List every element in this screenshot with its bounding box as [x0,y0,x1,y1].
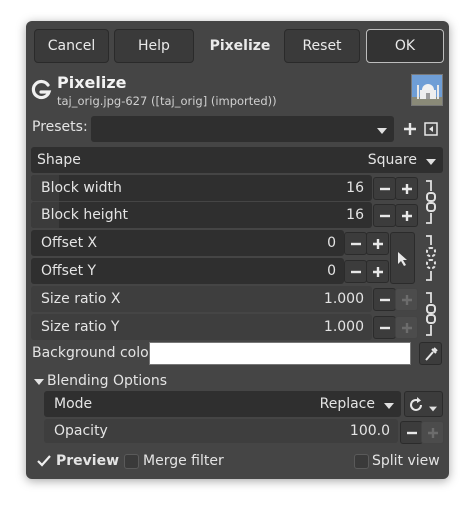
preview-label: Preview [56,453,120,469]
preset-menu-icon[interactable] [424,122,438,136]
split-view-checkbox[interactable] [354,454,369,469]
offset-chain-icon[interactable] [423,234,439,282]
mode-combo[interactable]: Mode Replace [44,391,401,417]
offset-x-spinscale[interactable]: Offset X 0 [31,230,344,256]
preview-checkbox[interactable] [37,454,51,468]
size-ratio-x-spinscale[interactable]: Size ratio X 1.000 [31,286,372,312]
shape-value: Square [367,152,417,168]
block-width-spinscale[interactable]: Block width 16 [31,175,372,201]
block-width-decrease-button[interactable] [373,177,396,200]
offset-x-decrease-button[interactable] [344,232,367,255]
offset-x-value: 0 [327,235,336,251]
mode-label: Mode [54,396,93,412]
pixelize-dialog: Cancel Help Pixelize Reset OK Pixelize t… [26,21,449,479]
help-button[interactable]: Help [114,29,194,63]
dialog-title: Pixelize [57,73,127,92]
offset-y-value: 0 [327,263,336,279]
cancel-button[interactable]: Cancel [34,29,109,63]
offset-y-label: Offset Y [41,263,97,279]
offset-y-decrease-button[interactable] [344,260,367,283]
size-ratio-y-decrease-button[interactable] [373,316,396,339]
expander-arrow-icon[interactable] [33,376,45,388]
split-view-label: Split view [372,453,440,469]
offset-x-increase-button[interactable] [366,232,389,255]
block-size-chain-icon[interactable] [423,179,439,225]
opacity-increase-button[interactable] [421,421,444,444]
size-ratio-y-increase-button[interactable] [395,316,418,339]
pick-coordinates-button[interactable] [390,232,415,284]
opacity-spinscale[interactable]: Opacity 100.0 [44,419,398,443]
shape-combo[interactable]: Shape Square [31,147,443,173]
dialog-subtitle: taj_orig.jpg-627 ([taj_orig] (imported)) [57,94,277,108]
block-height-spinscale[interactable]: Block height 16 [31,202,372,228]
opacity-decrease-button[interactable] [400,421,423,444]
block-width-increase-button[interactable] [395,177,418,200]
block-height-decrease-button[interactable] [373,204,396,227]
size-ratio-y-spinscale[interactable]: Size ratio Y 1.000 [31,314,372,340]
add-preset-icon[interactable] [402,121,418,137]
opacity-label: Opacity [54,423,108,439]
offset-x-label: Offset X [41,235,98,251]
chevron-down-icon [383,399,395,415]
eyedropper-icon [424,346,438,366]
size-ratio-y-label: Size ratio Y [41,319,120,335]
block-height-increase-button[interactable] [395,204,418,227]
gegl-logo-icon [30,79,52,101]
block-width-label: Block width [41,180,122,196]
size-ratio-x-label: Size ratio X [41,291,121,307]
reset-button[interactable]: Reset [284,29,360,63]
blending-options-label[interactable]: Blending Options [47,373,167,389]
image-thumbnail [411,74,443,106]
rotate-icon [409,397,425,417]
ok-button[interactable]: OK [366,29,444,63]
composite-mode-button[interactable] [404,391,443,417]
merge-filter-label: Merge filter [143,453,224,469]
color-picker-button[interactable] [419,342,442,365]
pointer-icon [396,251,410,271]
shape-label: Shape [37,152,81,168]
size-ratio-x-value: 1.000 [323,291,364,307]
mode-value: Replace [319,396,375,412]
chevron-down-icon [428,401,438,417]
filter-name-label: Pixelize [209,38,271,54]
background-color-swatch[interactable] [149,342,411,365]
block-height-value: 16 [346,207,364,223]
opacity-value: 100.0 [349,423,390,439]
size-ratio-x-increase-button[interactable] [395,288,418,311]
presets-combo[interactable] [91,116,394,142]
size-ratio-x-decrease-button[interactable] [373,288,396,311]
merge-filter-checkbox[interactable] [124,454,139,469]
chevron-down-icon [425,155,437,171]
size-ratio-y-value: 1.000 [323,319,364,335]
presets-label: Presets: [32,119,88,135]
block-height-label: Block height [41,207,128,223]
block-width-value: 16 [346,180,364,196]
background-color-label: Background color [32,345,155,361]
offset-y-increase-button[interactable] [366,260,389,283]
size-ratio-chain-icon[interactable] [423,291,439,337]
chevron-down-icon [376,124,388,140]
offset-y-spinscale[interactable]: Offset Y 0 [31,258,344,284]
